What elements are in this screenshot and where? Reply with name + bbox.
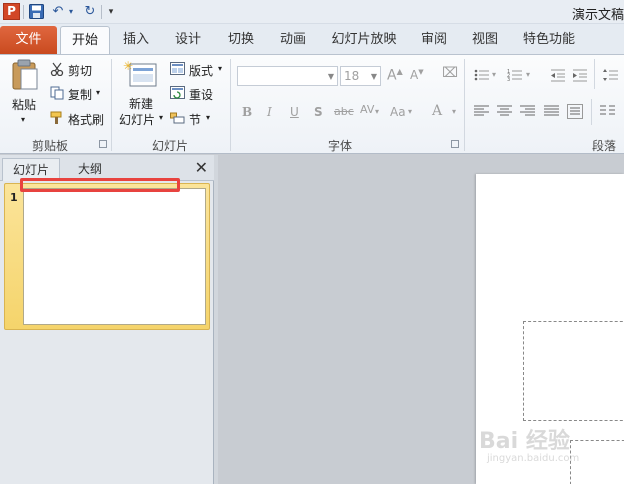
new-slide-label-2[interactable]: 幻灯片 (119, 111, 155, 128)
powerpoint-app-icon[interactable]: P (3, 3, 20, 20)
character-spacing-button[interactable]: AV (360, 103, 374, 116)
paste-label[interactable]: 粘贴 (12, 96, 36, 113)
font-size-combo[interactable]: 18 ▼ (340, 66, 381, 86)
copy-dropdown-icon[interactable]: ▾ (96, 88, 100, 97)
align-right-icon[interactable] (520, 105, 535, 118)
group-separator (464, 59, 465, 151)
font-launcher-icon[interactable] (451, 140, 459, 148)
tab-design[interactable]: 设计 (166, 26, 210, 54)
format-painter-button[interactable]: 格式刷 (68, 111, 104, 128)
shrink-font-icon[interactable]: A▼ (410, 68, 424, 82)
paragraph-group-label: 段落 (591, 139, 616, 153)
bold-button[interactable]: B (242, 105, 252, 119)
new-slide-label[interactable]: 新建 (129, 95, 153, 112)
baidu-watermark: Bai 经验 jingyan.baidu.com (477, 421, 624, 471)
italic-button[interactable]: I (267, 105, 272, 119)
font-name-combo[interactable]: ▼ (237, 66, 338, 86)
clear-formatting-icon[interactable]: ⌧ (442, 65, 458, 81)
tab-insert[interactable]: 插入 (114, 26, 158, 54)
tab-slideshow[interactable]: 幻灯片放映 (326, 26, 402, 54)
justify-icon[interactable] (544, 105, 559, 118)
case-dropdown-icon[interactable]: ▾ (408, 107, 412, 116)
save-icon[interactable] (29, 4, 44, 19)
numbering-icon[interactable]: 123 (507, 68, 523, 82)
font-size-value: 18 (344, 69, 360, 83)
underline-button[interactable]: U (290, 105, 299, 119)
new-slide-dropdown-icon[interactable]: ▾ (159, 113, 163, 122)
group-separator (111, 59, 112, 151)
group-separator (230, 59, 231, 151)
slides-group-label: 幻灯片 (151, 139, 188, 153)
scissors-icon[interactable] (50, 62, 64, 76)
layout-icon[interactable] (170, 62, 185, 75)
increase-indent-icon[interactable] (572, 68, 588, 82)
tab-transitions[interactable]: 切换 (219, 26, 263, 54)
annotation-highlight-box (20, 178, 180, 192)
reset-icon[interactable] (170, 86, 185, 99)
quick-access-toolbar: P ↶ ▾ ↻ ▾ 演示文稿 (0, 0, 624, 24)
undo-icon[interactable]: ↶ (50, 3, 66, 21)
window-title: 演示文稿 (571, 8, 624, 23)
svg-text:3: 3 (507, 77, 510, 82)
chevron-down-icon[interactable]: ▼ (371, 72, 377, 81)
bullets-icon[interactable] (474, 68, 490, 82)
format-painter-icon[interactable] (50, 111, 64, 125)
layout-dropdown-icon[interactable]: ▾ (218, 64, 222, 73)
paste-dropdown-icon[interactable]: ▾ (21, 115, 25, 124)
decrease-indent-icon[interactable] (550, 68, 566, 82)
chevron-down-icon[interactable]: ▼ (328, 72, 334, 81)
section-button[interactable]: 节 (189, 111, 201, 128)
tab-home[interactable]: 开始 (60, 26, 110, 54)
section-dropdown-icon[interactable]: ▾ (206, 113, 210, 122)
ribbon: 粘贴 ▾ 剪切 复制 ▾ 格式刷 剪贴板 ✳ 新建 幻灯片 ▾ 版式 ▾ 重设 … (0, 54, 624, 154)
tab-review[interactable]: 审阅 (412, 26, 456, 54)
clipboard-group-label: 剪贴板 (31, 139, 68, 153)
font-color-button[interactable]: A (432, 103, 442, 119)
new-slide-icon[interactable]: ✳ (123, 60, 157, 90)
slide-thumbnail[interactable] (23, 188, 206, 325)
line-spacing-icon[interactable] (603, 68, 619, 82)
reset-button[interactable]: 重设 (189, 86, 213, 103)
cut-button[interactable]: 剪切 (68, 62, 92, 79)
strikethrough-button[interactable]: abc (334, 105, 354, 118)
close-panel-icon[interactable]: ✕ (195, 158, 208, 177)
watermark-brand: Bai 经验 (479, 429, 570, 454)
copy-button[interactable]: 复制 (68, 86, 92, 103)
tab-animations[interactable]: 动画 (271, 26, 315, 54)
tab-special-features[interactable]: 特色功能 (516, 26, 582, 54)
group-separator (591, 99, 592, 125)
columns-icon[interactable] (600, 105, 616, 118)
tab-view[interactable]: 视图 (463, 26, 507, 54)
redo-icon[interactable]: ↻ (82, 3, 98, 21)
numbering-dropdown-icon[interactable]: ▾ (526, 70, 530, 79)
layout-button[interactable]: 版式 (189, 62, 213, 79)
qat-separator (23, 5, 24, 19)
paste-icon[interactable] (11, 59, 39, 91)
tab-file[interactable]: 文件 (0, 26, 57, 54)
title-placeholder[interactable] (523, 321, 624, 421)
undo-dropdown-icon[interactable]: ▾ (67, 3, 75, 21)
text-shadow-button[interactable]: S (314, 105, 323, 119)
align-center-icon[interactable] (497, 105, 512, 118)
change-case-button[interactable]: Aa (390, 105, 406, 119)
clipboard-launcher-icon[interactable] (99, 140, 107, 148)
bullets-dropdown-icon[interactable]: ▾ (492, 70, 496, 79)
distributed-icon[interactable] (567, 104, 583, 119)
ribbon-tabs: 文件 开始 插入 设计 切换 动画 幻灯片放映 审阅 视图 特色功能 (0, 24, 624, 54)
group-separator (594, 59, 595, 89)
copy-icon[interactable] (50, 86, 64, 100)
font-color-dropdown-icon[interactable]: ▾ (452, 107, 456, 116)
section-icon[interactable] (170, 111, 185, 124)
svg-text:✳: ✳ (123, 60, 133, 73)
align-left-icon[interactable] (474, 105, 489, 118)
customize-qat-icon[interactable]: ▾ (105, 3, 117, 21)
font-group-label: 字体 (327, 139, 352, 153)
grow-font-icon[interactable]: A▲ (387, 67, 403, 84)
spacing-dropdown-icon[interactable]: ▾ (375, 107, 379, 116)
qat-separator (101, 5, 102, 19)
watermark-url: jingyan.baidu.com (487, 453, 580, 464)
slide-number: 1 (10, 191, 18, 204)
